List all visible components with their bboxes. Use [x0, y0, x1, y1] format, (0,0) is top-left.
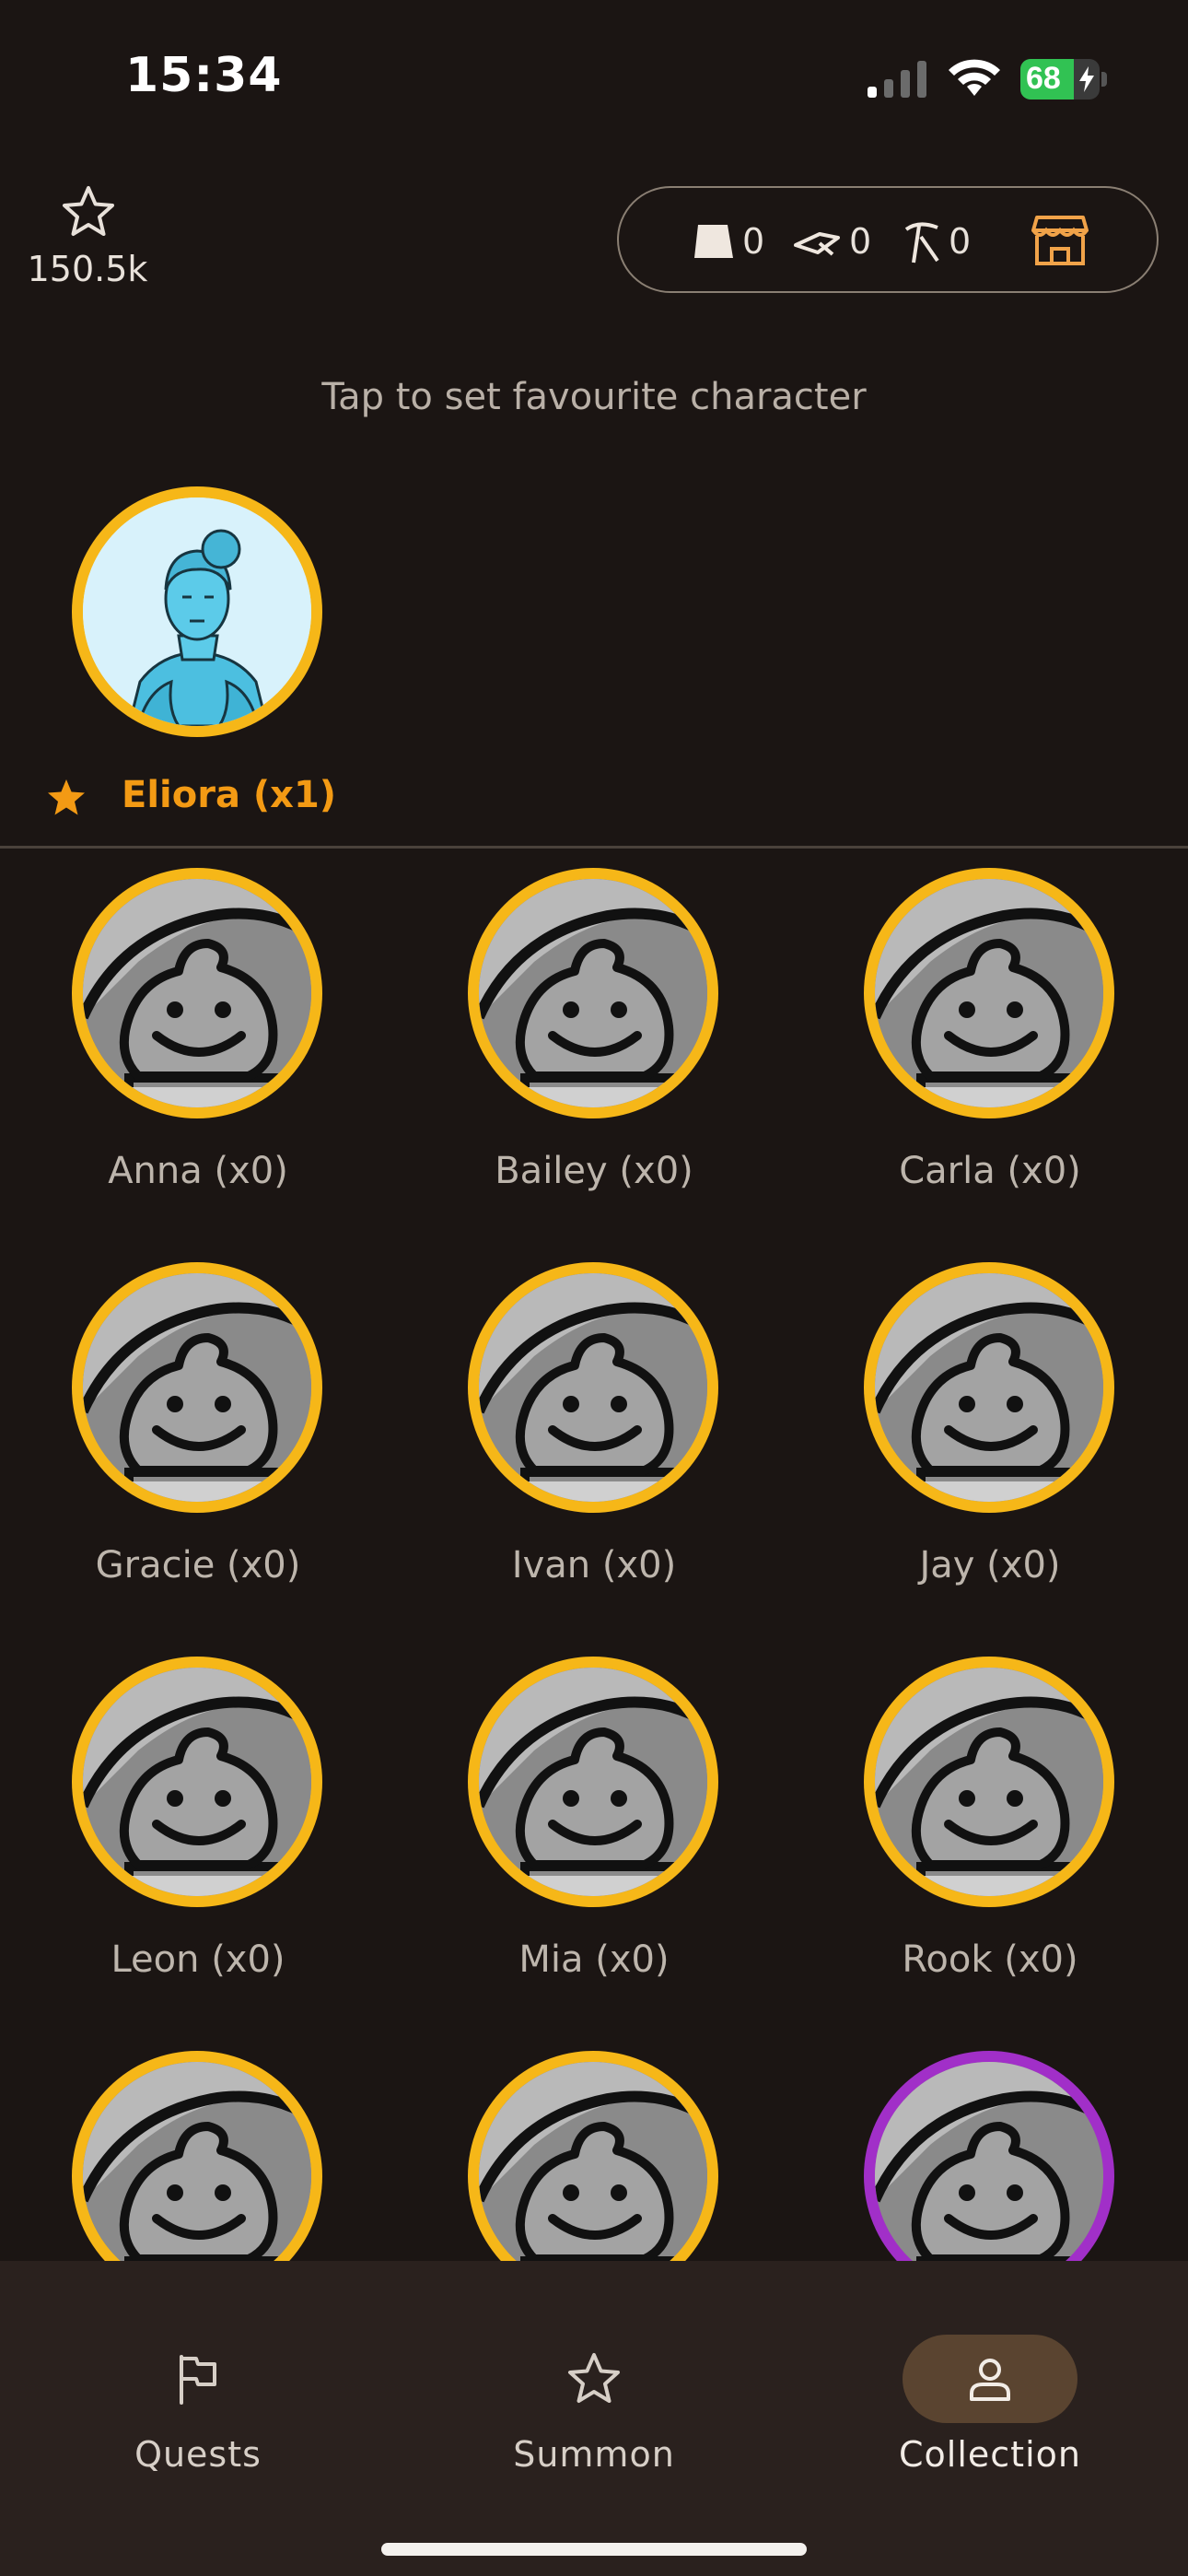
- favourite-star-icon: [48, 779, 85, 815]
- nav-icon-container: [507, 2335, 681, 2423]
- nav-icon-container: [903, 2335, 1077, 2423]
- nav-label: Quests: [134, 2434, 262, 2475]
- character-grid[interactable]: Anna (x0) Bailey (x0) Carla (x0) Gracie …: [0, 849, 1188, 2261]
- favourite-character-portrait[interactable]: [72, 486, 322, 737]
- nav-label: Summon: [513, 2434, 675, 2475]
- character-portrait[interactable]: [72, 868, 322, 1118]
- resources-bar[interactable]: 0 0 0: [617, 186, 1159, 293]
- status-bar: 15:34 68: [0, 0, 1188, 166]
- character-portrait[interactable]: [864, 2051, 1114, 2261]
- character-portrait[interactable]: [864, 868, 1114, 1118]
- placeholder-avatar-illustration: [875, 1273, 1103, 1502]
- character-card[interactable]: [792, 1972, 1188, 2261]
- character-card[interactable]: Bailey (x0): [396, 849, 792, 1192]
- character-portrait[interactable]: [72, 2051, 322, 2261]
- placeholder-avatar-illustration: [83, 1273, 311, 1502]
- placeholder-avatar-illustration: [479, 1273, 707, 1502]
- nav-label: Collection: [899, 2434, 1081, 2475]
- placeholder-avatar-illustration: [875, 1668, 1103, 1896]
- character-card[interactable]: Carla (x0): [792, 849, 1188, 1192]
- character-portrait[interactable]: [468, 1262, 718, 1513]
- section-divider: [0, 846, 1188, 849]
- placeholder-avatar-illustration: [479, 879, 707, 1107]
- points-value: 150.5k: [27, 249, 148, 289]
- cellular-signal-icon: [868, 61, 926, 98]
- resource-count: 0: [949, 221, 972, 262]
- star-outline-icon[interactable]: [61, 184, 116, 240]
- character-card[interactable]: Mia (x0): [396, 1577, 792, 1981]
- nav-quests[interactable]: Quests: [0, 2298, 396, 2475]
- character-portrait[interactable]: [468, 868, 718, 1118]
- star-icon: [568, 2353, 620, 2403]
- bottom-navigation: Quests Summon Collection: [0, 2261, 1188, 2576]
- favourite-character-name: Eliora (x1): [122, 774, 337, 816]
- battery-indicator: 68: [1020, 59, 1109, 100]
- character-card[interactable]: Rook (x0): [792, 1577, 1188, 1981]
- resource-count: 0: [849, 221, 872, 262]
- nav-collection[interactable]: Collection: [792, 2298, 1188, 2475]
- battery-percent: 68: [1026, 61, 1061, 96]
- placeholder-avatar-illustration: [83, 1668, 311, 1896]
- character-illustration: [83, 498, 311, 726]
- character-portrait[interactable]: [864, 1657, 1114, 1907]
- favourite-hint: Tap to set favourite character: [321, 376, 867, 418]
- character-card[interactable]: [396, 1972, 792, 2261]
- nav-icon-container: [111, 2335, 285, 2423]
- charging-bolt-icon: [1079, 66, 1094, 92]
- resource-count: 0: [742, 221, 765, 262]
- pickaxe-icon: [904, 222, 939, 263]
- character-card[interactable]: Ivan (x0): [396, 1183, 792, 1587]
- character-portrait[interactable]: [72, 1262, 322, 1513]
- character-card[interactable]: [0, 1972, 396, 2261]
- character-portrait[interactable]: [468, 2051, 718, 2261]
- character-card[interactable]: Jay (x0): [792, 1183, 1188, 1587]
- placeholder-avatar-illustration: [875, 879, 1103, 1107]
- placeholder-avatar-illustration: [875, 2062, 1103, 2261]
- placeholder-avatar-illustration: [83, 879, 311, 1107]
- character-portrait[interactable]: [72, 1657, 322, 1907]
- placeholder-avatar-illustration: [83, 2062, 311, 2261]
- character-portrait[interactable]: [468, 1657, 718, 1907]
- store-icon[interactable]: [1031, 214, 1089, 267]
- resource-pickaxe: 0: [901, 216, 971, 267]
- feather-icon: [794, 232, 840, 256]
- placeholder-avatar-illustration: [479, 2062, 707, 2261]
- flag-icon: [180, 2355, 216, 2405]
- character-card[interactable]: Leon (x0): [0, 1577, 396, 1981]
- character-card[interactable]: Gracie (x0): [0, 1183, 396, 1587]
- character-portrait[interactable]: [864, 1262, 1114, 1513]
- resource-feather: 0: [792, 216, 871, 267]
- scroll-icon: [694, 225, 733, 258]
- wifi-icon: [949, 59, 1000, 96]
- status-time: 15:34: [125, 48, 283, 103]
- character-card[interactable]: Anna (x0): [0, 849, 396, 1192]
- placeholder-avatar-illustration: [479, 1668, 707, 1896]
- person-icon: [970, 2359, 1010, 2401]
- nav-summon[interactable]: Summon: [396, 2298, 792, 2475]
- resource-scroll: 0: [691, 216, 764, 267]
- home-indicator: [381, 2543, 807, 2556]
